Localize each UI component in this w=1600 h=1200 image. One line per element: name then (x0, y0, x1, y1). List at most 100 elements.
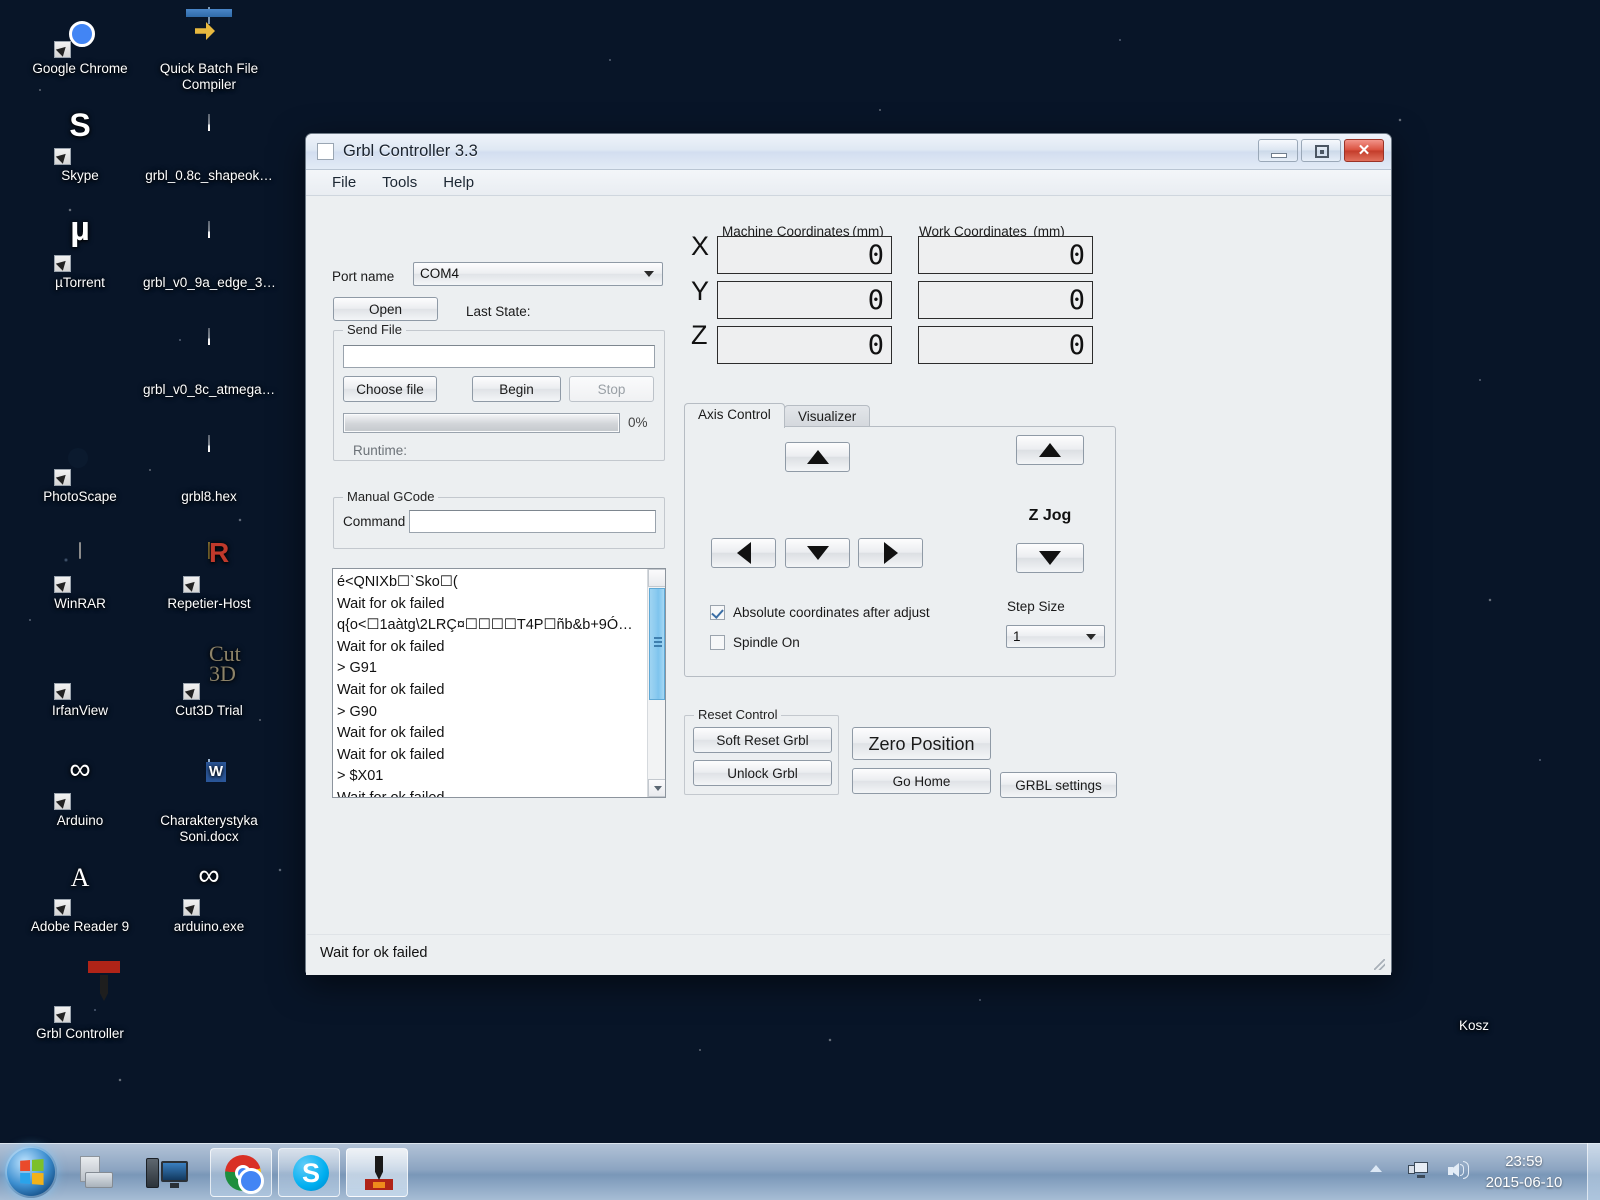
taskbar-skype[interactable]: S (278, 1148, 340, 1197)
port-name-combobox[interactable]: COM4 (413, 262, 663, 286)
start-button[interactable] (5, 1146, 57, 1198)
taskbar-chrome[interactable] (210, 1148, 272, 1197)
send-progress-bar (343, 413, 620, 433)
window-title-bar[interactable]: Grbl Controller 3.3 ✕ (306, 134, 1391, 170)
show-hidden-icons-icon[interactable] (1370, 1165, 1382, 1172)
quicklaunch-computer[interactable] (146, 1152, 188, 1194)
z-jog-label: Z Jog (1028, 507, 1072, 524)
desktop-icon[interactable]: Adobe Reader 9 (14, 866, 146, 935)
desktop-icon[interactable]: grbl_v0_9a_edge_3… (143, 221, 276, 291)
desktop-icon[interactable]: Cut3D Trial (143, 650, 275, 719)
menu-tools[interactable]: Tools (370, 171, 429, 194)
cut3d-icon (183, 650, 233, 700)
scroll-up-icon[interactable] (648, 569, 665, 587)
jog-y-minus-button[interactable] (785, 538, 850, 568)
jog-z-minus-button[interactable] (1016, 543, 1084, 573)
taskbar-grbl-controller[interactable] (346, 1148, 408, 1197)
jog-x-minus-button[interactable] (711, 538, 776, 568)
scroll-thumb[interactable] (649, 588, 665, 700)
desktop-icon[interactable]: grbl_v0_8c_atmega… (143, 328, 275, 398)
maximize-button[interactable] (1301, 139, 1341, 162)
desktop-icon-label: grbl8.hex (181, 489, 237, 504)
machine-y-value: 0 (867, 285, 884, 316)
console-line: Wait for ok failed (337, 789, 445, 798)
desktop-icon[interactable]: Repetier-Host (143, 542, 275, 612)
tab-axis-control[interactable]: Axis Control (684, 403, 785, 428)
jog-y-plus-button[interactable] (785, 442, 850, 472)
winrar-icon (54, 542, 104, 593)
adobe-reader-icon (54, 866, 104, 916)
desktop-icon-label: arduino.exe (173, 919, 245, 934)
desktop-icon[interactable]: arduino.exe (143, 866, 275, 935)
resize-grip[interactable] (1373, 958, 1385, 970)
clock-time: 23:59 (1505, 1153, 1543, 1170)
console-line: Wait for ok failed (337, 681, 445, 698)
stop-button[interactable]: Stop (569, 376, 654, 402)
jog-z-plus-button[interactable] (1016, 435, 1084, 465)
show-desktop-button[interactable] (1587, 1143, 1600, 1200)
desktop-icon-label: Arduino (56, 813, 104, 828)
console-scrollbar[interactable] (647, 569, 665, 797)
desktop-icon[interactable]: PhotoScape (14, 436, 146, 505)
manual-gcode-group: Manual GCode Command (333, 489, 665, 549)
begin-button[interactable]: Begin (472, 376, 561, 402)
jog-x-plus-button[interactable] (858, 538, 923, 568)
chevron-down-icon (1086, 633, 1096, 640)
go-home-button[interactable]: Go Home (852, 768, 991, 794)
clock-date: 2015-06-10 (1485, 1174, 1563, 1191)
taskbar-clock[interactable]: 23:59 2015-06-10 (1464, 1151, 1584, 1193)
grbl-settings-button[interactable]: GRBL settings (1000, 772, 1117, 798)
runtime-label: Runtime: (353, 443, 408, 458)
zero-position-button[interactable]: Zero Position (852, 727, 991, 760)
desktop-icon-label: WinRAR (54, 596, 106, 611)
desktop-icon[interactable]: Arduino (14, 760, 146, 829)
step-size-combobox[interactable]: 1 (1006, 625, 1105, 648)
resize-grip-icon (1374, 959, 1385, 970)
desktop-icon-recycle-bin[interactable]: Kosz (1408, 965, 1540, 1034)
desktop-icon-label: grbl_v0_9a_edge_3… (143, 275, 276, 290)
desktop-icon[interactable]: Skype (14, 115, 146, 184)
menu-file[interactable]: File (320, 171, 368, 194)
desktop-icon[interactable]: Quick Batch File Compiler (143, 7, 275, 93)
minimize-button[interactable] (1258, 139, 1298, 162)
scroll-down-icon[interactable] (648, 779, 665, 797)
close-button[interactable]: ✕ (1344, 139, 1384, 162)
work-y-value: 0 (1068, 285, 1085, 316)
unlock-grbl-button[interactable]: Unlock Grbl (693, 760, 832, 786)
desktop-icon[interactable]: Grbl Controller (14, 973, 146, 1042)
command-input[interactable] (409, 510, 656, 533)
absolute-coordinates-checkbox[interactable] (710, 605, 725, 620)
machine-z-value: 0 (867, 330, 884, 361)
machine-x-value: 0 (867, 240, 884, 271)
machine-coordinate-z: 0 (717, 326, 892, 364)
tab-visualizer[interactable]: Visualizer (784, 405, 871, 428)
desktop-icon-label: Cut3D Trial (175, 703, 243, 718)
desktop-icon[interactable]: WinRAR (14, 542, 146, 612)
file-path-input[interactable] (343, 345, 655, 368)
desktop-icon[interactable]: grbl_0.8c_shapeok… (143, 114, 275, 184)
console-output[interactable]: é<QNIXb☐`Sko☐(Wait for ok failed q{o<☐1aà… (332, 568, 666, 798)
desktop-icon[interactable]: Google Chrome (14, 8, 146, 77)
spindle-on-checkbox[interactable] (710, 635, 725, 650)
desktop-icon-label: µTorrent (55, 275, 105, 290)
taskbar: S 23:59 2015-06-10 (0, 1143, 1600, 1200)
close-icon: ✕ (1357, 142, 1371, 159)
arrow-left-icon (736, 542, 751, 564)
step-size-value: 1 (1013, 629, 1021, 644)
network-icon[interactable] (1408, 1160, 1430, 1182)
desktop-icon[interactable]: µTorrent (14, 222, 146, 291)
console-line: q{o<☐1aàtg\2LRÇ¤☐☐☐☐T4P☐ñb&b+9ÓÔIS<… (337, 617, 643, 634)
arrow-up-icon (1039, 443, 1061, 457)
desktop-icon[interactable]: IrfanView (14, 650, 146, 719)
soft-reset-grbl-button[interactable]: Soft Reset Grbl (693, 727, 832, 753)
choose-file-button[interactable]: Choose file (343, 376, 437, 402)
desktop-icon-label: grbl_0.8c_shapeok… (145, 168, 273, 183)
desktop-icon[interactable]: Charakterystyka Soni.docx (143, 759, 275, 845)
machine-coordinate-y: 0 (717, 281, 892, 319)
quicklaunch-show-desktop[interactable] (76, 1152, 118, 1194)
skype-icon: S (293, 1155, 329, 1191)
menu-help[interactable]: Help (431, 171, 486, 194)
open-port-button[interactable]: Open (333, 297, 438, 321)
desktop-icon[interactable]: grbl8.hex (143, 435, 275, 505)
work-coordinate-y: 0 (918, 281, 1093, 319)
